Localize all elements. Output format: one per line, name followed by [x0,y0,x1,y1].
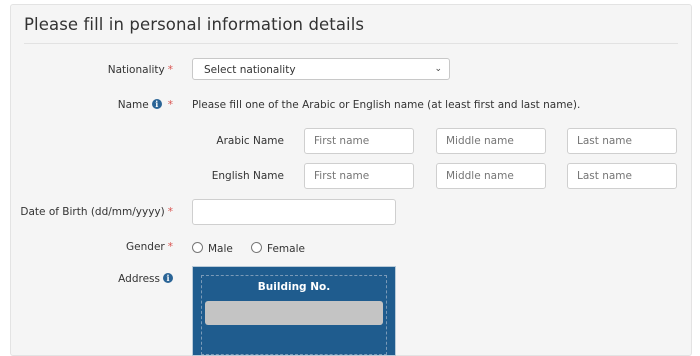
arabic-name-label: Arabic Name [216,135,284,147]
address-label: Address i [118,273,173,285]
name-label: Name i * [117,99,173,111]
address-panel: Building No. [192,266,396,356]
gender-male-radio[interactable]: Male [192,242,233,255]
gender-label: Gender * [126,241,173,253]
nationality-label: Nationality * [107,64,173,76]
radio-circle-icon [251,242,262,253]
english-first-name-input[interactable] [304,163,414,189]
required-marker: * [167,241,173,253]
required-marker: * [167,64,173,76]
gender-female-radio[interactable]: Female [251,242,305,255]
radio-circle-icon [192,242,203,253]
building-number-input[interactable] [205,301,383,325]
title-divider [24,43,678,44]
nationality-select-value: Select nationality [204,64,296,76]
info-circle-icon[interactable]: i [163,273,173,283]
personal-info-panel: Please fill in personal information deta… [10,4,692,356]
address-field-group: Building No. [201,275,387,355]
arabic-middle-name-input[interactable] [436,128,546,154]
dob-input[interactable] [192,199,396,225]
required-marker: * [167,206,173,218]
arabic-first-name-input[interactable] [304,128,414,154]
name-instruction: Please fill one of the Arabic or English… [192,99,581,111]
english-name-label: English Name [211,170,284,182]
arabic-last-name-input[interactable] [567,128,677,154]
building-number-label: Building No. [257,281,331,293]
chevron-down-icon: ⌄ [434,64,442,74]
form-title: Please fill in personal information deta… [24,15,365,34]
info-circle-icon[interactable]: i [151,99,162,109]
dob-label: Date of Birth (dd/mm/yyyy) * [20,206,173,218]
nationality-select[interactable]: Select nationality ⌄ [192,58,450,80]
required-marker: * [167,99,173,111]
english-middle-name-input[interactable] [436,163,546,189]
english-last-name-input[interactable] [567,163,677,189]
